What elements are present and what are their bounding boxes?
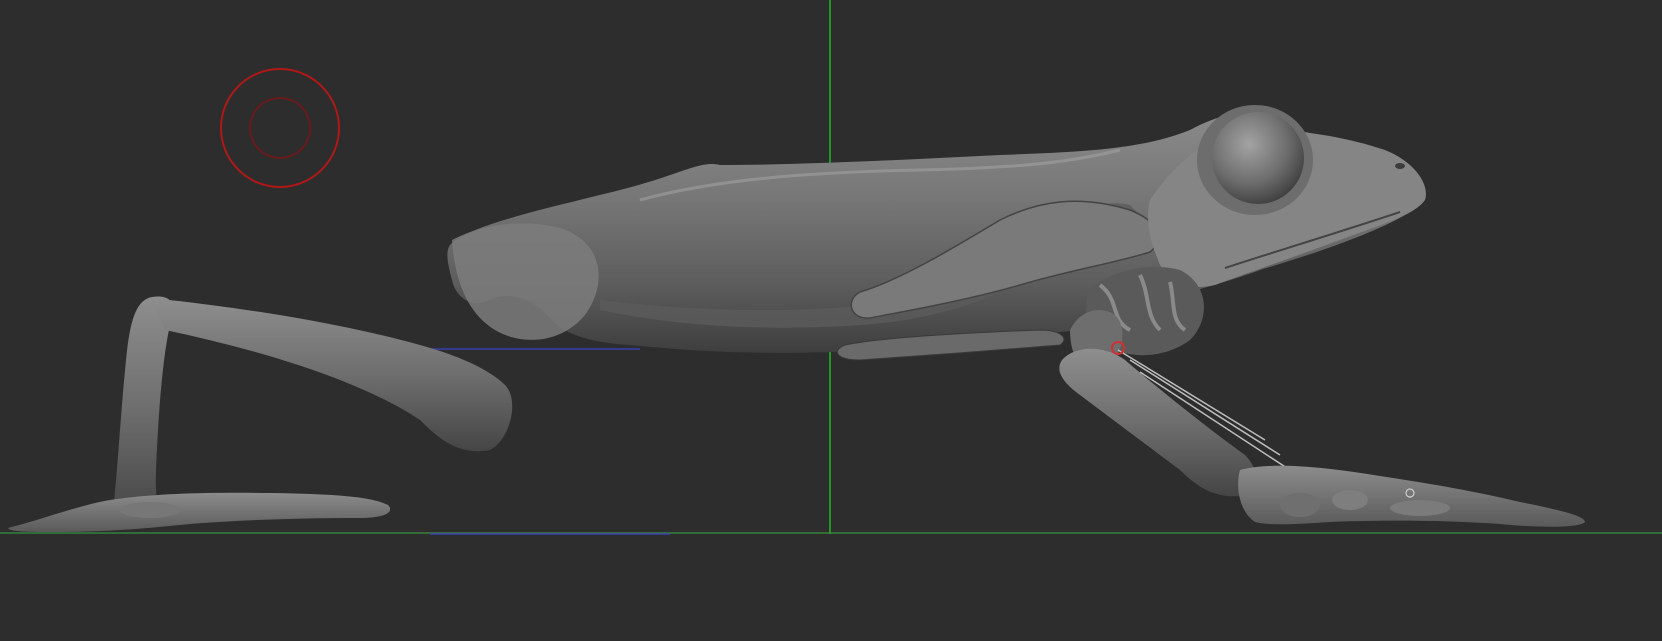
3d-viewport[interactable] — [0, 0, 1662, 641]
viewport-canvas[interactable] — [0, 0, 1662, 641]
frog-eye — [1212, 112, 1304, 204]
